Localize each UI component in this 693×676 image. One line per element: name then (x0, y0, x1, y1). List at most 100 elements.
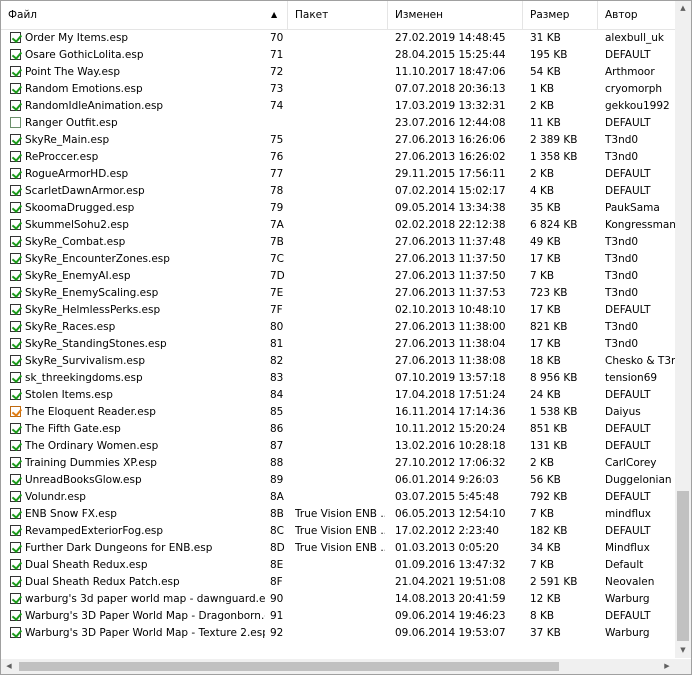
plugin-checkbox[interactable] (10, 440, 21, 451)
column-header-package[interactable]: Пакет (288, 1, 388, 29)
plugin-checkbox[interactable] (10, 610, 21, 621)
plugin-checkbox[interactable] (10, 66, 21, 77)
plugin-author: DEFAULT (605, 423, 651, 435)
scroll-up-arrow-icon[interactable]: ▲ (675, 1, 691, 16)
table-row[interactable]: Training Dummies XP.esp 88 27.10.2012 17:0… (1, 455, 675, 472)
plugin-checkbox[interactable] (10, 423, 21, 434)
column-header-modified[interactable]: Изменен (388, 1, 523, 29)
plugin-checkbox[interactable] (10, 83, 21, 94)
plugin-checkbox[interactable] (10, 287, 21, 298)
plugin-modified-date: 06.05.2013 12:54:10 (395, 508, 506, 520)
table-row[interactable]: ReProccer.esp 76 27.06.2013 16:26:02 1 358 … (1, 149, 675, 166)
plugin-checkbox[interactable] (10, 576, 21, 587)
table-row[interactable]: SkyRe_Races.esp 80 27.06.2013 11:38:00 821 … (1, 319, 675, 336)
plugin-checkbox[interactable] (10, 49, 21, 60)
table-row[interactable]: SkyRe_Survivalism.esp 82 27.06.2013 11:38:… (1, 353, 675, 370)
table-row[interactable]: ScarletDawnArmor.esp 78 07.02.2014 15:02:1… (1, 183, 675, 200)
sort-ascending-icon[interactable]: ▲ (271, 10, 277, 20)
table-row[interactable]: Volundr.esp 8A 03.07.2015 5:45:48 792 KB DEF… (1, 489, 675, 506)
plugin-checkbox[interactable] (10, 151, 21, 162)
table-row[interactable]: Further Dark Dungeons for ENB.esp 8D True … (1, 540, 675, 557)
table-row[interactable]: Point The Way.esp 72 11.10.2017 18:47:06 54… (1, 64, 675, 81)
vertical-scroll-thumb[interactable] (677, 491, 689, 641)
plugin-author: mindflux (605, 508, 651, 520)
horizontal-scroll-thumb[interactable] (19, 662, 559, 671)
plugin-checkbox[interactable] (10, 117, 21, 128)
table-row[interactable]: The Eloquent Reader.esp 85 16.11.2014 17:1… (1, 404, 675, 421)
plugin-checkbox[interactable] (10, 406, 21, 417)
table-row[interactable]: SkyRe_EnemyAI.esp 7D 27.06.2013 11:37:50 7 … (1, 268, 675, 285)
table-row[interactable]: SkyRe_Main.esp 75 27.06.2013 16:26:06 2 389… (1, 132, 675, 149)
table-row[interactable]: SkyRe_StandingStones.esp 81 27.06.2013 11:… (1, 336, 675, 353)
plugin-checkbox[interactable] (10, 559, 21, 570)
table-row[interactable]: Dual Sheath Redux.esp 8E 01.09.2016 13:47:… (1, 557, 675, 574)
plugin-checkbox[interactable] (10, 593, 21, 604)
plugin-checkbox[interactable] (10, 525, 21, 536)
vertical-scrollbar[interactable]: ▲ ▼ (675, 1, 691, 658)
table-row[interactable]: SkyRe_Combat.esp 7B 27.06.2013 11:37:48 49 … (1, 234, 675, 251)
plugin-modified-date: 11.10.2017 18:47:06 (395, 66, 506, 78)
plugin-file-name: warburg's 3d paper world map - dawnguard… (25, 593, 265, 605)
column-header-file[interactable]: Файл (1, 1, 288, 29)
table-row[interactable]: Ranger Outfit.esp 23.07.2016 12:44:08 11 K… (1, 115, 675, 132)
plugin-checkbox[interactable] (10, 627, 21, 638)
plugin-modified-date: 28.04.2015 15:25:44 (395, 49, 506, 61)
plugin-checkbox[interactable] (10, 338, 21, 349)
plugin-checkbox[interactable] (10, 219, 21, 230)
plugin-author: DEFAULT (605, 49, 651, 61)
table-row[interactable]: Order My Items.esp 70 27.02.2019 14:48:45 3… (1, 30, 675, 47)
scroll-right-arrow-icon[interactable]: ▶ (659, 659, 675, 674)
plugin-modified-date: 17.03.2019 13:32:31 (395, 100, 506, 112)
plugin-file-name: SkyRe_EncounterZones.esp (25, 253, 170, 265)
plugin-checkbox[interactable] (10, 474, 21, 485)
table-row[interactable]: SkoomaDrugged.esp 79 09.05.2014 13:34:38 35… (1, 200, 675, 217)
table-row[interactable]: Stolen Items.esp 84 17.04.2018 17:51:24 24 … (1, 387, 675, 404)
table-row[interactable]: sk_threekingdoms.esp 83 07.10.2019 13:57:1… (1, 370, 675, 387)
plugin-checkbox[interactable] (10, 355, 21, 366)
plugin-checkbox[interactable] (10, 304, 21, 315)
plugin-checkbox[interactable] (10, 457, 21, 468)
table-row[interactable]: The Fifth Gate.esp 86 10.11.2012 15:20:24 8… (1, 421, 675, 438)
table-row[interactable]: Warburg's 3D Paper World Map - Texture 2… (1, 625, 675, 642)
table-row[interactable]: RogueArmorHD.esp 77 29.11.2015 17:56:11 2 K… (1, 166, 675, 183)
table-row[interactable]: Warburg's 3D Paper World Map - Dragonbor… (1, 608, 675, 625)
plugin-checkbox[interactable] (10, 508, 21, 519)
table-row[interactable]: The Ordinary Women.esp 87 13.02.2016 10:28… (1, 438, 675, 455)
plugin-checkbox[interactable] (10, 542, 21, 553)
plugin-checkbox[interactable] (10, 389, 21, 400)
table-row[interactable]: Random Emotions.esp 73 07.07.2018 20:36:13… (1, 81, 675, 98)
table-row[interactable]: Dual Sheath Redux Patch.esp 8F 21.04.2021 … (1, 574, 675, 591)
column-header-author[interactable]: Автор (598, 1, 675, 29)
scroll-down-arrow-icon[interactable]: ▼ (675, 643, 691, 658)
plugin-checkbox[interactable] (10, 372, 21, 383)
table-row[interactable]: SkyRe_HelmlessPerks.esp 7F 02.10.2013 10:4… (1, 302, 675, 319)
plugin-file-size: 7 KB (530, 270, 555, 282)
table-row[interactable]: SkyRe_EncounterZones.esp 7C 27.06.2013 11:… (1, 251, 675, 268)
plugin-checkbox[interactable] (10, 134, 21, 145)
table-row[interactable]: SkummelSohu2.esp 7A 02.02.2018 22:12:38 6 8… (1, 217, 675, 234)
plugin-checkbox[interactable] (10, 321, 21, 332)
plugin-file-size: 6 824 KB (530, 219, 578, 231)
plugin-checkbox[interactable] (10, 202, 21, 213)
plugin-checkbox[interactable] (10, 253, 21, 264)
column-header-size[interactable]: Размер (523, 1, 598, 29)
plugin-checkbox[interactable] (10, 491, 21, 502)
table-row[interactable]: ENB Snow FX.esp 8B True Vision ENB ... 06.0… (1, 506, 675, 523)
table-row[interactable]: Osare GothicLolita.esp 71 28.04.2015 15:25… (1, 47, 675, 64)
table-row[interactable]: RandomIdleAnimation.esp 74 17.03.2019 13:3… (1, 98, 675, 115)
plugin-checkbox[interactable] (10, 185, 21, 196)
plugin-checkbox[interactable] (10, 168, 21, 179)
table-row[interactable]: UnreadBooksGlow.esp 89 06.01.2014 9:26:03 5… (1, 472, 675, 489)
horizontal-scrollbar[interactable]: ◀ ▶ (1, 659, 675, 674)
plugin-load-index: 85 (270, 406, 284, 418)
plugin-modified-date: 07.02.2014 15:02:17 (395, 185, 506, 197)
plugin-checkbox[interactable] (10, 270, 21, 281)
table-row[interactable]: warburg's 3d paper world map - dawnguard… (1, 591, 675, 608)
plugin-checkbox[interactable] (10, 100, 21, 111)
scroll-left-arrow-icon[interactable]: ◀ (1, 659, 17, 674)
table-row[interactable]: SkyRe_EnemyScaling.esp 7E 27.06.2013 11:37… (1, 285, 675, 302)
plugin-checkbox[interactable] (10, 236, 21, 247)
plugin-file-size: 24 KB (530, 389, 561, 401)
table-row[interactable]: RevampedExteriorFog.esp 8C True Vision ENB… (1, 523, 675, 540)
plugin-checkbox[interactable] (10, 32, 21, 43)
